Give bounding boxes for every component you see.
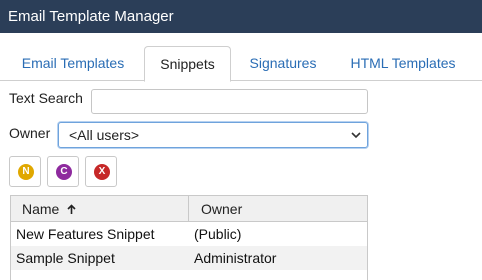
row-owner: Administrator — [194, 250, 277, 266]
table-row[interactable]: Sample Snippet Administrator — [11, 246, 367, 270]
new-snippet-button[interactable]: N — [9, 156, 41, 187]
column-divider[interactable] — [188, 196, 189, 221]
tab-signatures[interactable]: Signatures — [237, 46, 329, 81]
tab-email-templates[interactable]: Email Templates — [10, 46, 136, 81]
tab-snippets[interactable]: Snippets — [144, 46, 231, 82]
text-search-input[interactable] — [91, 89, 368, 114]
snippets-table: Name Owner New Features Snippet (Public)… — [10, 195, 368, 280]
tab-html-templates[interactable]: HTML Templates — [337, 46, 469, 81]
chevron-down-icon — [351, 132, 361, 139]
row-name: New Features Snippet — [16, 226, 155, 242]
owner-label: Owner — [9, 125, 51, 141]
owner-select-value: <All users> — [69, 127, 140, 143]
copy-snippet-button[interactable]: C — [47, 156, 79, 187]
window-title: Email Template Manager — [0, 0, 482, 33]
delete-icon: X — [94, 164, 110, 180]
row-owner: (Public) — [194, 226, 242, 242]
row-name: Sample Snippet — [16, 250, 115, 266]
text-search-label: Text Search — [9, 90, 83, 106]
table-row[interactable]: New Features Snippet (Public) — [11, 222, 367, 246]
delete-snippet-button[interactable]: X — [85, 156, 117, 187]
table-header: Name Owner — [11, 196, 367, 222]
column-header-owner[interactable]: Owner — [201, 201, 242, 217]
owner-select[interactable]: <All users> — [58, 122, 368, 148]
tab-bar: Email Templates Snippets Signatures HTML… — [0, 46, 482, 82]
copy-icon: C — [56, 164, 72, 180]
sort-ascending-icon — [67, 204, 76, 214]
column-name-label: Name — [22, 201, 60, 217]
new-icon: N — [18, 164, 34, 180]
column-header-name[interactable]: Name — [22, 201, 76, 217]
